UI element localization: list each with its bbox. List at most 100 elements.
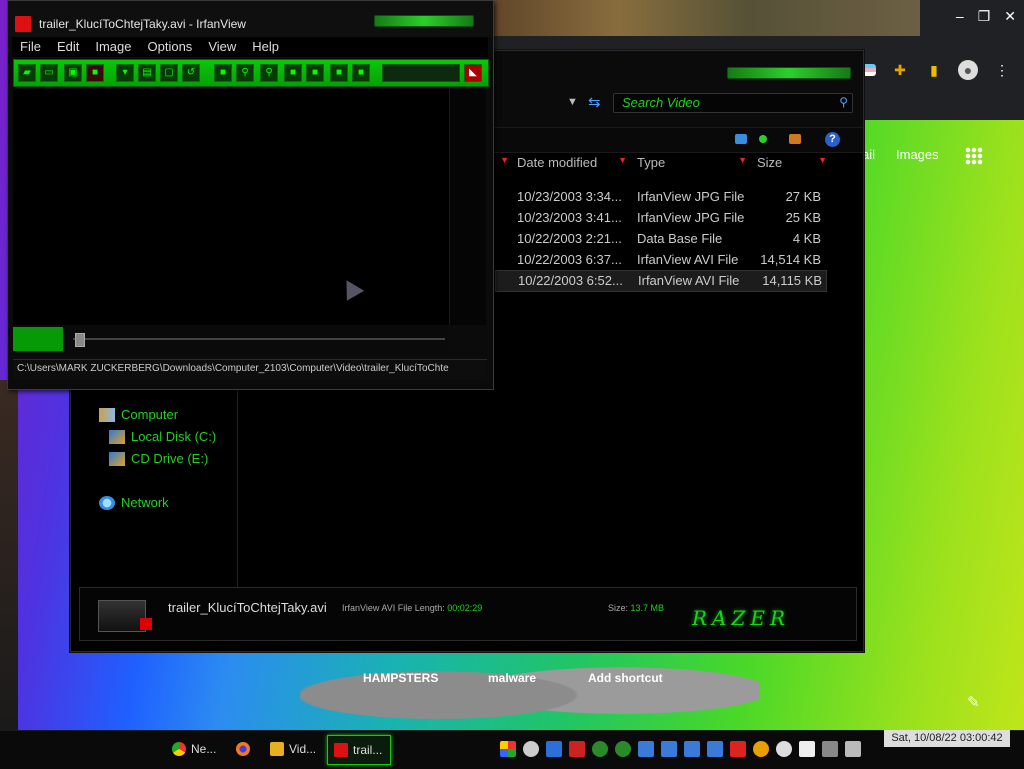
next-icon[interactable]: ■	[306, 64, 324, 82]
browser-extension-icons: ✚ ▮ ● ⋮	[860, 60, 1012, 80]
file-row[interactable]: 10/22/2003 6:37... IrfanView AVI File 14…	[495, 250, 825, 270]
tray-minus-icon[interactable]	[776, 741, 792, 757]
pencil-icon[interactable]: ✎	[967, 693, 980, 711]
tray-app-icon[interactable]	[500, 741, 516, 757]
library-icon[interactable]	[789, 134, 801, 144]
tray-desktop-icon[interactable]	[822, 741, 838, 757]
system-tray	[500, 741, 861, 757]
add-shortcut[interactable]: Add shortcut	[588, 671, 663, 685]
cd-drive-icon	[109, 451, 125, 466]
taskbar-firefox[interactable]	[230, 735, 264, 763]
menu-help[interactable]: Help	[244, 37, 287, 57]
minimize-icon[interactable]: –	[956, 8, 964, 25]
irfanview-icon[interactable]	[15, 16, 31, 32]
seek-thumb[interactable]	[75, 333, 85, 347]
file-row[interactable]: 10/23/2003 3:41... IrfanView JPG File 25…	[495, 208, 825, 228]
nav-local-disk[interactable]: Local Disk (C:)	[109, 429, 216, 444]
tray-search-icon[interactable]	[753, 741, 769, 757]
avatar[interactable]: ●	[958, 60, 978, 80]
playback-controls[interactable]	[13, 327, 63, 351]
menu-options[interactable]: Options	[140, 37, 201, 57]
delete-icon[interactable]: ■	[86, 64, 104, 82]
disk-icon	[109, 429, 125, 444]
side-panel-icon[interactable]: ▮	[924, 60, 944, 80]
images-link[interactable]: Images	[896, 147, 939, 162]
wallpaper-image	[300, 640, 760, 732]
status-icon[interactable]	[759, 135, 767, 143]
refresh-icon[interactable]: ⇆	[588, 93, 601, 111]
nav-network[interactable]: Network	[99, 495, 169, 510]
tray-network-icon[interactable]	[638, 741, 654, 757]
nav-computer[interactable]: Computer	[99, 407, 178, 422]
navigation-pane: Computer Local Disk (C:) CD Drive (E:) N…	[71, 389, 238, 589]
thumbnails-icon[interactable]: ▾	[116, 64, 134, 82]
close-icon[interactable]: ✕	[1004, 8, 1016, 25]
taskbar: Ne... Vid... trail...	[0, 730, 1024, 769]
clock[interactable]: Sat, 10/08/22 03:00:42	[884, 730, 1010, 747]
shortcut-hampsters[interactable]: HAMPSTERS	[363, 671, 438, 685]
first-icon[interactable]: ■	[330, 64, 348, 82]
save-icon[interactable]: ▣	[64, 64, 82, 82]
last-icon[interactable]: ■	[352, 64, 370, 82]
file-row[interactable]: 10/23/2003 3:34... IrfanView JPG File 27…	[495, 187, 825, 207]
file-row-selected[interactable]: 10/22/2003 6:52... IrfanView AVI File 14…	[495, 270, 827, 292]
column-header-type[interactable]: Type ▼	[637, 155, 749, 173]
open-icon[interactable]: ▰	[18, 64, 36, 82]
maximize-icon[interactable]: ❐	[978, 8, 991, 25]
menu-icon[interactable]: ⋮	[992, 60, 1012, 80]
volume-icon[interactable]	[845, 741, 861, 757]
chevron-down-icon[interactable]: ▼	[567, 96, 578, 108]
tray-network-icon[interactable]	[707, 741, 723, 757]
taskbar-explorer[interactable]: Vid...	[264, 735, 328, 763]
status-path: C:\Users\MARK ZUCKERBERG\Downloads\Compu…	[17, 363, 449, 374]
window-controls[interactable]	[374, 15, 474, 27]
menu-edit[interactable]: Edit	[49, 37, 87, 57]
tray-arrow-icon[interactable]	[730, 741, 746, 757]
taskbar-irfanview[interactable]: trail...	[327, 735, 391, 765]
paint-icon[interactable]: ◣	[464, 64, 482, 82]
tray-alert-icon[interactable]	[569, 741, 585, 757]
info-icon[interactable]: ▤	[138, 64, 156, 82]
browser-window-controls: – ❐ ✕	[956, 8, 1016, 25]
irfanview-icon	[334, 743, 348, 757]
nav-cd-drive[interactable]: CD Drive (E:)	[109, 451, 208, 466]
apps-grid-icon[interactable]	[965, 147, 983, 165]
search-placeholder: Search Video	[622, 95, 700, 110]
zoom-out-icon[interactable]: ⚲	[260, 64, 278, 82]
details-pane: trailer_KlucíToChtejTaky.avi IrfanView A…	[79, 587, 857, 641]
video-canvas[interactable]	[13, 87, 449, 325]
seek-track[interactable]	[73, 338, 445, 340]
search-input[interactable]: Search Video ⚲	[613, 93, 853, 113]
column-header-date[interactable]: Date modified ▼	[517, 155, 629, 173]
preview-pane-icon[interactable]	[735, 134, 747, 144]
menu-file[interactable]: File	[12, 37, 49, 57]
puzzle-icon[interactable]: ✚	[890, 60, 910, 80]
file-row[interactable]: 10/22/2003 2:21... Data Base File 4 KB	[495, 229, 825, 249]
tray-ac-icon[interactable]	[592, 741, 608, 757]
column-header-size[interactable]: Size ▼	[757, 155, 829, 173]
rotate-icon[interactable]: ↺	[182, 64, 200, 82]
shortcut-malware[interactable]: malware	[488, 671, 536, 685]
menu-view[interactable]: View	[200, 37, 244, 57]
column-header-name-edge[interactable]: ▼	[497, 155, 511, 173]
tray-network-icon[interactable]	[661, 741, 677, 757]
prev-icon[interactable]: ■	[284, 64, 302, 82]
tray-network-icon[interactable]	[684, 741, 700, 757]
details-size: Size: 13.7 MB	[608, 603, 665, 613]
tray-ac-icon[interactable]	[615, 741, 631, 757]
fit-icon[interactable]: ■	[214, 64, 232, 82]
window-controls[interactable]	[727, 67, 851, 79]
search-icon[interactable]: ⚲	[839, 95, 848, 109]
tray-flag-icon[interactable]	[799, 741, 815, 757]
menu-image[interactable]: Image	[87, 37, 139, 57]
canvas-side-panel	[449, 87, 486, 325]
slideshow-icon[interactable]: ▭	[40, 64, 58, 82]
help-icon[interactable]: ?	[825, 132, 840, 147]
tray-clock-icon[interactable]	[523, 741, 539, 757]
irfanview-badge-icon	[140, 618, 152, 630]
menu-bar: File Edit Image Options View Help	[12, 37, 488, 57]
taskbar-chrome[interactable]: Ne...	[166, 735, 230, 763]
zoom-in-icon[interactable]: ⚲	[236, 64, 254, 82]
copy-icon[interactable]: ▢	[160, 64, 178, 82]
tray-window-icon[interactable]	[546, 741, 562, 757]
